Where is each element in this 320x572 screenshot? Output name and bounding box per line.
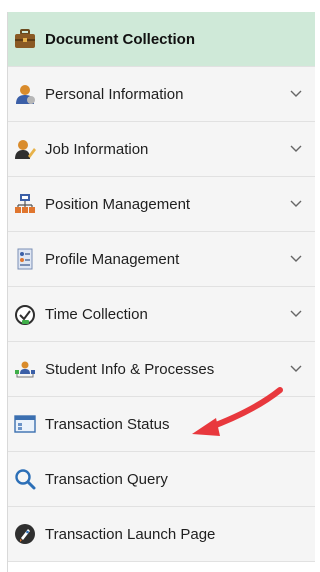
window-status-icon	[13, 412, 37, 436]
nav-item-time-collection[interactable]: Time Collection	[8, 287, 315, 342]
nav-item-personal-information[interactable]: Personal Information	[8, 67, 315, 122]
nav-item-transaction-launch-page[interactable]: Transaction Launch Page	[8, 507, 315, 562]
person-icon	[13, 82, 37, 106]
magnifier-icon	[13, 467, 37, 491]
nav-item-student-info-processes[interactable]: Student Info & Processes	[8, 342, 315, 397]
side-navigation: Document Collection Personal Information…	[7, 12, 315, 572]
profile-list-icon	[13, 247, 37, 271]
nav-item-label: Student Info & Processes	[45, 360, 215, 378]
chevron-down-icon[interactable]	[289, 142, 303, 156]
org-chart-icon	[13, 192, 37, 216]
nav-item-label: Personal Information	[45, 85, 184, 103]
nav-item-label: Transaction Launch Page	[45, 525, 216, 543]
chevron-down-icon[interactable]	[289, 362, 303, 376]
nav-item-transaction-query[interactable]: Transaction Query	[8, 452, 315, 507]
nav-item-transaction-status[interactable]: Transaction Status	[8, 397, 315, 452]
chevron-down-icon[interactable]	[289, 252, 303, 266]
chevron-down-icon[interactable]	[289, 87, 303, 101]
nav-item-label: Position Management	[45, 195, 191, 213]
nav-item-label: Transaction Query	[45, 470, 168, 488]
nav-item-label: Job Information	[45, 140, 149, 158]
nav-item-position-management[interactable]: Position Management	[8, 177, 315, 232]
chevron-down-icon[interactable]	[289, 197, 303, 211]
stopwatch-icon	[13, 302, 37, 326]
nav-item-profile-management[interactable]: Profile Management	[8, 232, 315, 287]
nav-item-label: Document Collection	[45, 30, 196, 48]
nav-item-document-collection[interactable]: Document Collection	[8, 12, 315, 67]
nav-item-job-information[interactable]: Job Information	[8, 122, 315, 177]
rocket-icon	[13, 522, 37, 546]
student-network-icon	[13, 357, 37, 381]
nav-item-label: Transaction Status	[45, 415, 170, 433]
nav-item-label: Profile Management	[45, 250, 180, 268]
briefcase-icon	[13, 27, 37, 51]
person-pencil-icon	[13, 137, 37, 161]
nav-item-label: Time Collection	[45, 305, 148, 323]
chevron-down-icon[interactable]	[289, 307, 303, 321]
